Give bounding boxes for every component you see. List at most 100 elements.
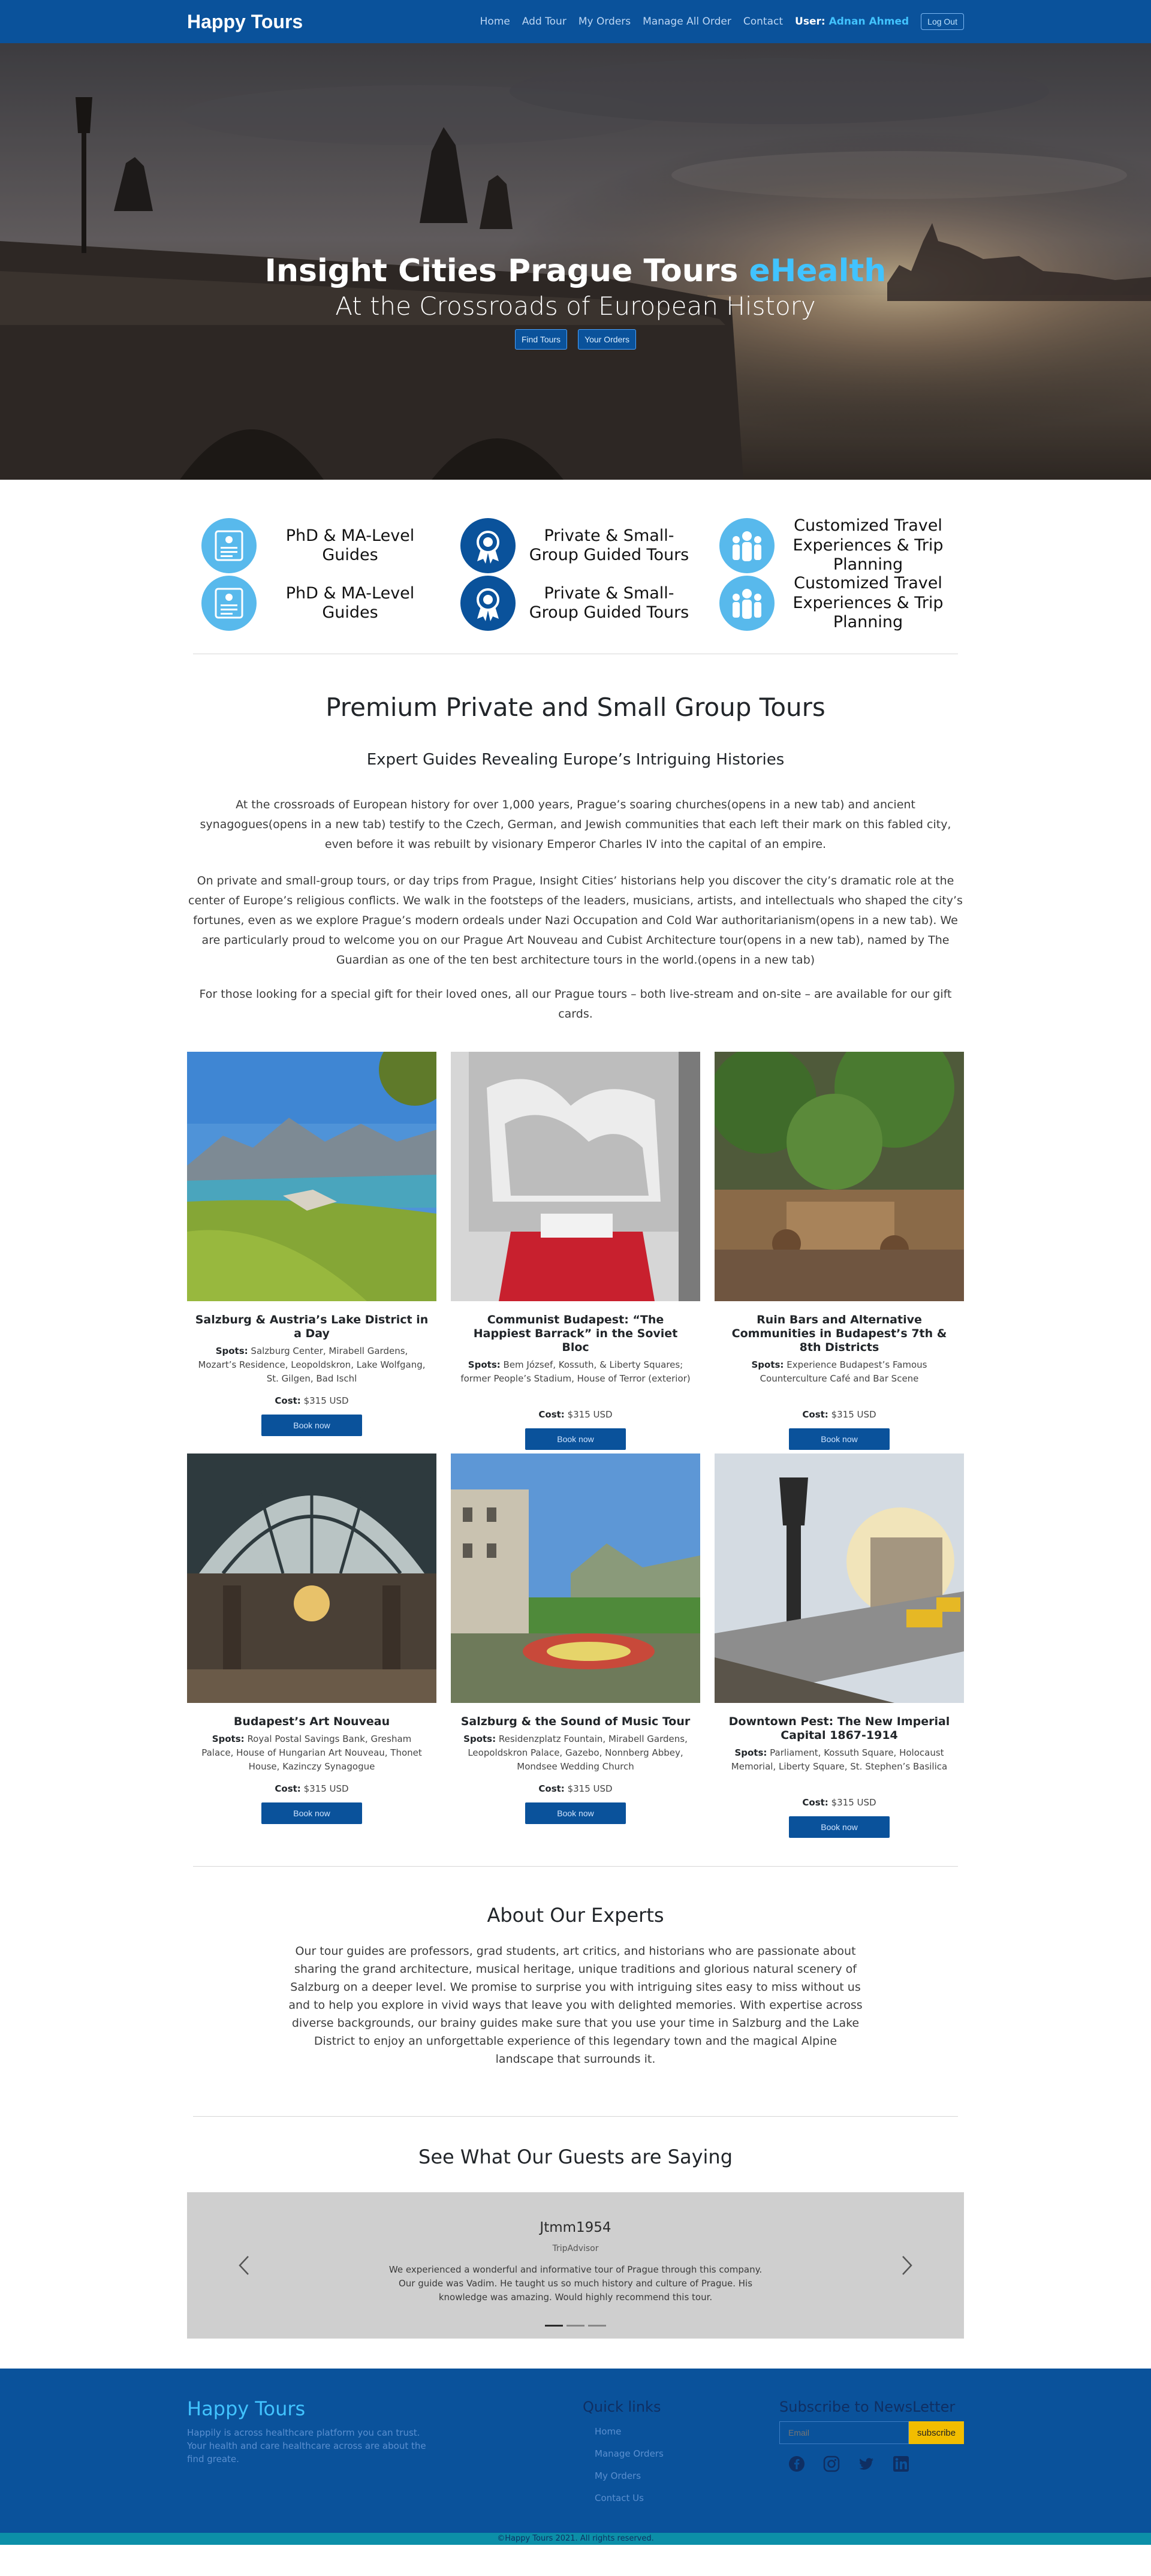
find-tours-button[interactable]: Find Tours xyxy=(514,329,568,350)
tour-cost: Cost: $315 USD xyxy=(715,1797,964,1808)
testimonials-section: See What Our Guests are Saying Jtmm1954 … xyxy=(0,2145,1151,2339)
cost-label: Cost: xyxy=(275,1783,301,1794)
feature-label: Customized Travel Experiences & Trip Pla… xyxy=(793,574,944,632)
feature-item: Private & Small-Group Guided Tours xyxy=(446,518,705,573)
tour-spots: Spots: Bem József, Kossuth, & Liberty Sq… xyxy=(451,1358,700,1400)
social-links xyxy=(779,2455,964,2473)
intro-paragraph: At the crossroads of European history fo… xyxy=(200,798,951,851)
tour-title: Salzburg & Austria’s Lake District in a … xyxy=(195,1313,429,1340)
tour-card: Budapest’s Art Nouveau Spots: Royal Post… xyxy=(187,1453,436,1831)
linkedin-icon[interactable] xyxy=(892,2455,910,2473)
tour-cost: Cost: $315 USD xyxy=(187,1783,436,1794)
divider xyxy=(193,2116,958,2117)
current-user: User: Adnan Ahmed xyxy=(795,16,909,28)
spots-label: Spots: xyxy=(751,1359,784,1370)
testimonials-title: See What Our Guests are Saying xyxy=(418,2145,733,2168)
cost-value: $315 USD xyxy=(831,1797,876,1808)
nav-my-orders[interactable]: My Orders xyxy=(578,16,631,28)
features-grid: PhD & MA-Level Guides Private & Small-Gr… xyxy=(187,480,964,631)
tour-image-sound-of-music[interactable] xyxy=(451,1453,700,1703)
book-now-button[interactable]: Book now xyxy=(525,1428,626,1450)
facebook-icon[interactable] xyxy=(788,2455,806,2473)
tour-card: Ruin Bars and Alternative Communities in… xyxy=(715,1052,964,1450)
tour-image-communist-budapest[interactable] xyxy=(451,1052,700,1301)
nav-manage-all-order[interactable]: Manage All Order xyxy=(643,16,731,28)
book-now-button[interactable]: Book now xyxy=(789,1428,890,1450)
tour-card: Downtown Pest: The New Imperial Capital … xyxy=(715,1453,964,1838)
tour-card: Salzburg & the Sound of Music Tour Spots… xyxy=(451,1453,700,1831)
footer-link-my-orders[interactable]: My Orders xyxy=(595,2470,664,2481)
footer-link-contact[interactable]: Contact Us xyxy=(595,2493,664,2503)
book-now-button[interactable]: Book now xyxy=(525,1802,626,1824)
tour-spots: Spots: Residenzplatz Fountain, Mirabell … xyxy=(451,1732,700,1774)
your-orders-button[interactable]: Your Orders xyxy=(578,329,637,350)
footer-link-home[interactable]: Home xyxy=(595,2426,664,2437)
brand-logo[interactable]: Happy Tours xyxy=(187,11,303,33)
cost-label: Cost: xyxy=(802,1797,828,1808)
user-prefix: User: xyxy=(795,16,825,28)
about-text: Our tour guides are professors, grad stu… xyxy=(288,1945,863,2066)
reviewer-name: Jtmm1954 xyxy=(540,2220,611,2235)
feature-label: Private & Small-Group Guided Tours xyxy=(529,526,689,564)
hero-banner: Insight Cities Prague Tours eHealth At t… xyxy=(0,43,1151,480)
hero-subtitle: At the Crossroads of European History xyxy=(335,291,816,321)
award-ribbon-icon xyxy=(460,518,516,573)
tour-image-ruin-bars[interactable] xyxy=(715,1052,964,1301)
hero-buttons: Find Tours Your Orders xyxy=(0,329,1151,350)
about-title: About Our Experts xyxy=(487,1904,664,1927)
feature-label: Customized Travel Experiences & Trip Pla… xyxy=(793,516,944,574)
quick-links-list: Home Manage Orders My Orders Contact Us xyxy=(583,2426,664,2503)
nav-home[interactable]: Home xyxy=(480,16,510,28)
intro-title: Premium Private and Small Group Tours xyxy=(326,693,825,722)
group-people-icon xyxy=(719,518,775,573)
twitter-icon[interactable] xyxy=(857,2455,875,2473)
tour-cost: Cost: $315 USD xyxy=(451,1409,700,1420)
footer-description: Happily is across healthcare platform yo… xyxy=(187,2427,426,2464)
footer-brand[interactable]: Happy Tours xyxy=(187,2397,305,2420)
subscribe-button[interactable]: subscribe xyxy=(909,2421,964,2444)
carousel-indicator[interactable] xyxy=(588,2325,606,2327)
intro-section: Premium Private and Small Group Tours Ex… xyxy=(187,693,964,1024)
tour-title: Downtown Pest: The New Imperial Capital … xyxy=(728,1715,950,1742)
testimonial-carousel: Jtmm1954 TripAdvisor We experienced a wo… xyxy=(187,2192,964,2339)
carousel-indicators xyxy=(187,2325,964,2327)
copyright: ©Happy Tours 2021. All rights reserved. xyxy=(0,2533,1151,2545)
tour-image-salzburg-lake[interactable] xyxy=(187,1052,436,1301)
hero-title-main: Insight Cities Prague Tours xyxy=(264,253,739,289)
feature-label: PhD & MA-Level Guides xyxy=(285,583,415,622)
tours-grid: Salzburg & Austria’s Lake District in a … xyxy=(187,1052,964,1838)
book-now-button[interactable]: Book now xyxy=(261,1415,362,1436)
user-name: Adnan Ahmed xyxy=(828,16,909,28)
carousel-indicator[interactable] xyxy=(567,2325,584,2327)
divider xyxy=(193,1866,958,1867)
award-ribbon-icon xyxy=(460,576,516,631)
tour-spots: Spots: Experience Budapest’s Famous Coun… xyxy=(715,1358,964,1400)
nav-add-tour[interactable]: Add Tour xyxy=(522,16,567,28)
instagram-icon[interactable] xyxy=(822,2455,840,2473)
book-now-button[interactable]: Book now xyxy=(789,1816,890,1838)
feature-item: PhD & MA-Level Guides xyxy=(187,518,446,573)
nav-contact[interactable]: Contact xyxy=(743,16,783,28)
feature-item: Private & Small-Group Guided Tours xyxy=(446,576,705,631)
intro-paragraph: On private and small-group tours, or day… xyxy=(188,874,963,967)
book-now-button[interactable]: Book now xyxy=(261,1802,362,1824)
tour-image-downtown-pest[interactable] xyxy=(715,1453,964,1703)
newsletter: Subscribe to NewsLetter subscribe xyxy=(779,2399,964,2473)
carousel-next-icon[interactable] xyxy=(898,2253,916,2277)
tour-image-art-nouveau[interactable] xyxy=(187,1453,436,1703)
spots-text: Experience Budapest’s Famous Countercult… xyxy=(760,1359,927,1384)
navbar: Happy Tours Home Add Tour My Orders Mana… xyxy=(0,0,1151,43)
footer-link-manage-orders[interactable]: Manage Orders xyxy=(595,2448,664,2459)
spots-label: Spots: xyxy=(215,1346,248,1356)
spots-label: Spots: xyxy=(463,1734,496,1744)
footer: Happy Tours Happily is across healthcare… xyxy=(0,2369,1151,2545)
hero-title-accent: eHealth xyxy=(749,253,887,289)
carousel-indicator[interactable] xyxy=(545,2325,563,2327)
cost-value: $315 USD xyxy=(303,1783,349,1794)
feature-item: Customized Travel Experiences & Trip Pla… xyxy=(705,574,964,631)
review-text: We experienced a wonderful and informati… xyxy=(388,2264,763,2303)
logout-button[interactable]: Log Out xyxy=(921,13,964,30)
carousel-prev-icon[interactable] xyxy=(235,2253,253,2277)
newsletter-title: Subscribe to NewsLetter xyxy=(779,2399,956,2415)
email-input[interactable] xyxy=(779,2421,909,2444)
